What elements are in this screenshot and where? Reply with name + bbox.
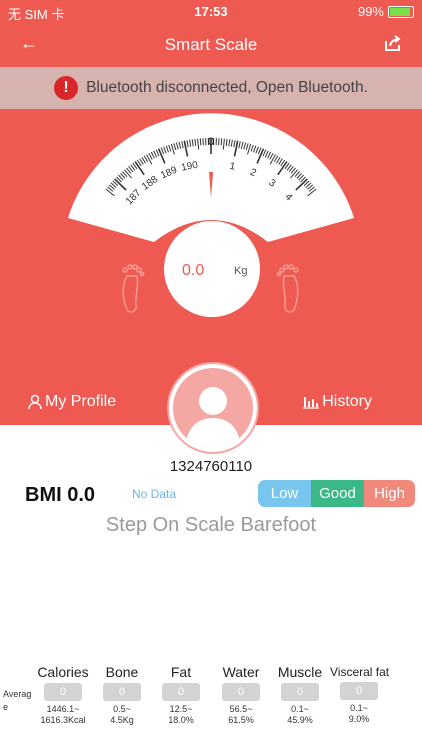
metric-value: 0 — [222, 683, 260, 701]
gauge-tick — [199, 138, 202, 146]
share-icon[interactable] — [384, 34, 402, 57]
metric-name: Calories — [37, 664, 89, 680]
right-foot-icon — [276, 264, 299, 313]
gauge-tick — [220, 138, 223, 146]
bmi-value: BMI 0.0 — [25, 484, 96, 506]
left-foot-icon — [122, 264, 145, 313]
history-button[interactable]: History — [303, 393, 372, 411]
metric-value: 0 — [162, 683, 200, 701]
gauge-tick — [202, 138, 204, 146]
metric-muscle: Muscle 0 0.1~ 45.9% — [274, 664, 326, 726]
metric-value: 0 — [44, 683, 82, 701]
person-icon — [28, 394, 42, 410]
gauge-tick — [218, 138, 220, 146]
metric-value: 0 — [103, 683, 141, 701]
bmi-scale: Low Good High — [258, 480, 415, 507]
avatar[interactable] — [169, 364, 257, 452]
page-title: Smart Scale — [164, 35, 258, 54]
metric-name: Fat — [170, 664, 192, 680]
my-profile-button[interactable]: My Profile — [28, 393, 116, 411]
bmi-status: No Data — [132, 487, 177, 501]
gauge-zero-label: 0 — [208, 136, 214, 148]
bmi-scale-high: High — [364, 480, 415, 507]
navigation-bar: ← Smart Scale — [0, 22, 422, 66]
metric-name: Water — [222, 664, 260, 680]
my-profile-label: My Profile — [45, 393, 117, 410]
user-id: 1324760110 — [169, 458, 253, 475]
battery-icon — [388, 5, 414, 18]
bluetooth-banner[interactable]: ! Bluetooth disconnected, Open Bluetooth… — [0, 67, 422, 109]
metric-value: 0 — [340, 682, 378, 700]
history-label: History — [322, 393, 372, 410]
alert-icon: ! — [54, 76, 79, 100]
weight-value: 0.0 — [182, 262, 205, 279]
metric-water: Water 0 56.5~ 61.5% — [218, 664, 264, 726]
battery-percent: 99% — [357, 4, 384, 19]
banner-text: Bluetooth disconnected, Open Bluetooth. — [86, 79, 368, 96]
metrics-row: Calories 0 1446.1~ 1616.3Kcal Bone 0 0.5… — [0, 664, 422, 750]
metric-fat: Fat 0 12.5~ 18.0% — [160, 664, 202, 726]
metric-calories: Calories 0 1446.1~ 1616.3Kcal — [32, 664, 94, 726]
metric-bone: Bone 0 0.5~ 4.5Kg — [102, 664, 142, 726]
metric-value: 0 — [281, 683, 319, 701]
weight-unit: Kg — [234, 265, 248, 277]
status-bar: 无 SIM 卡 17:53 99% — [0, 0, 422, 22]
metric-name: Visceral fat — [330, 665, 390, 679]
user-avatar-icon — [185, 387, 241, 448]
bmi-scale-low: Low — [258, 480, 311, 507]
metric-visceral-fat: Visceral fat 0 0.1~ 9.0% — [330, 665, 390, 724]
step-on-hint: Step On Scale Barefoot — [105, 514, 317, 536]
metric-name: Bone — [105, 664, 139, 680]
bmi-scale-good: Good — [311, 480, 364, 507]
bar-chart-icon — [303, 397, 320, 409]
metric-name: Muscle — [277, 664, 323, 680]
